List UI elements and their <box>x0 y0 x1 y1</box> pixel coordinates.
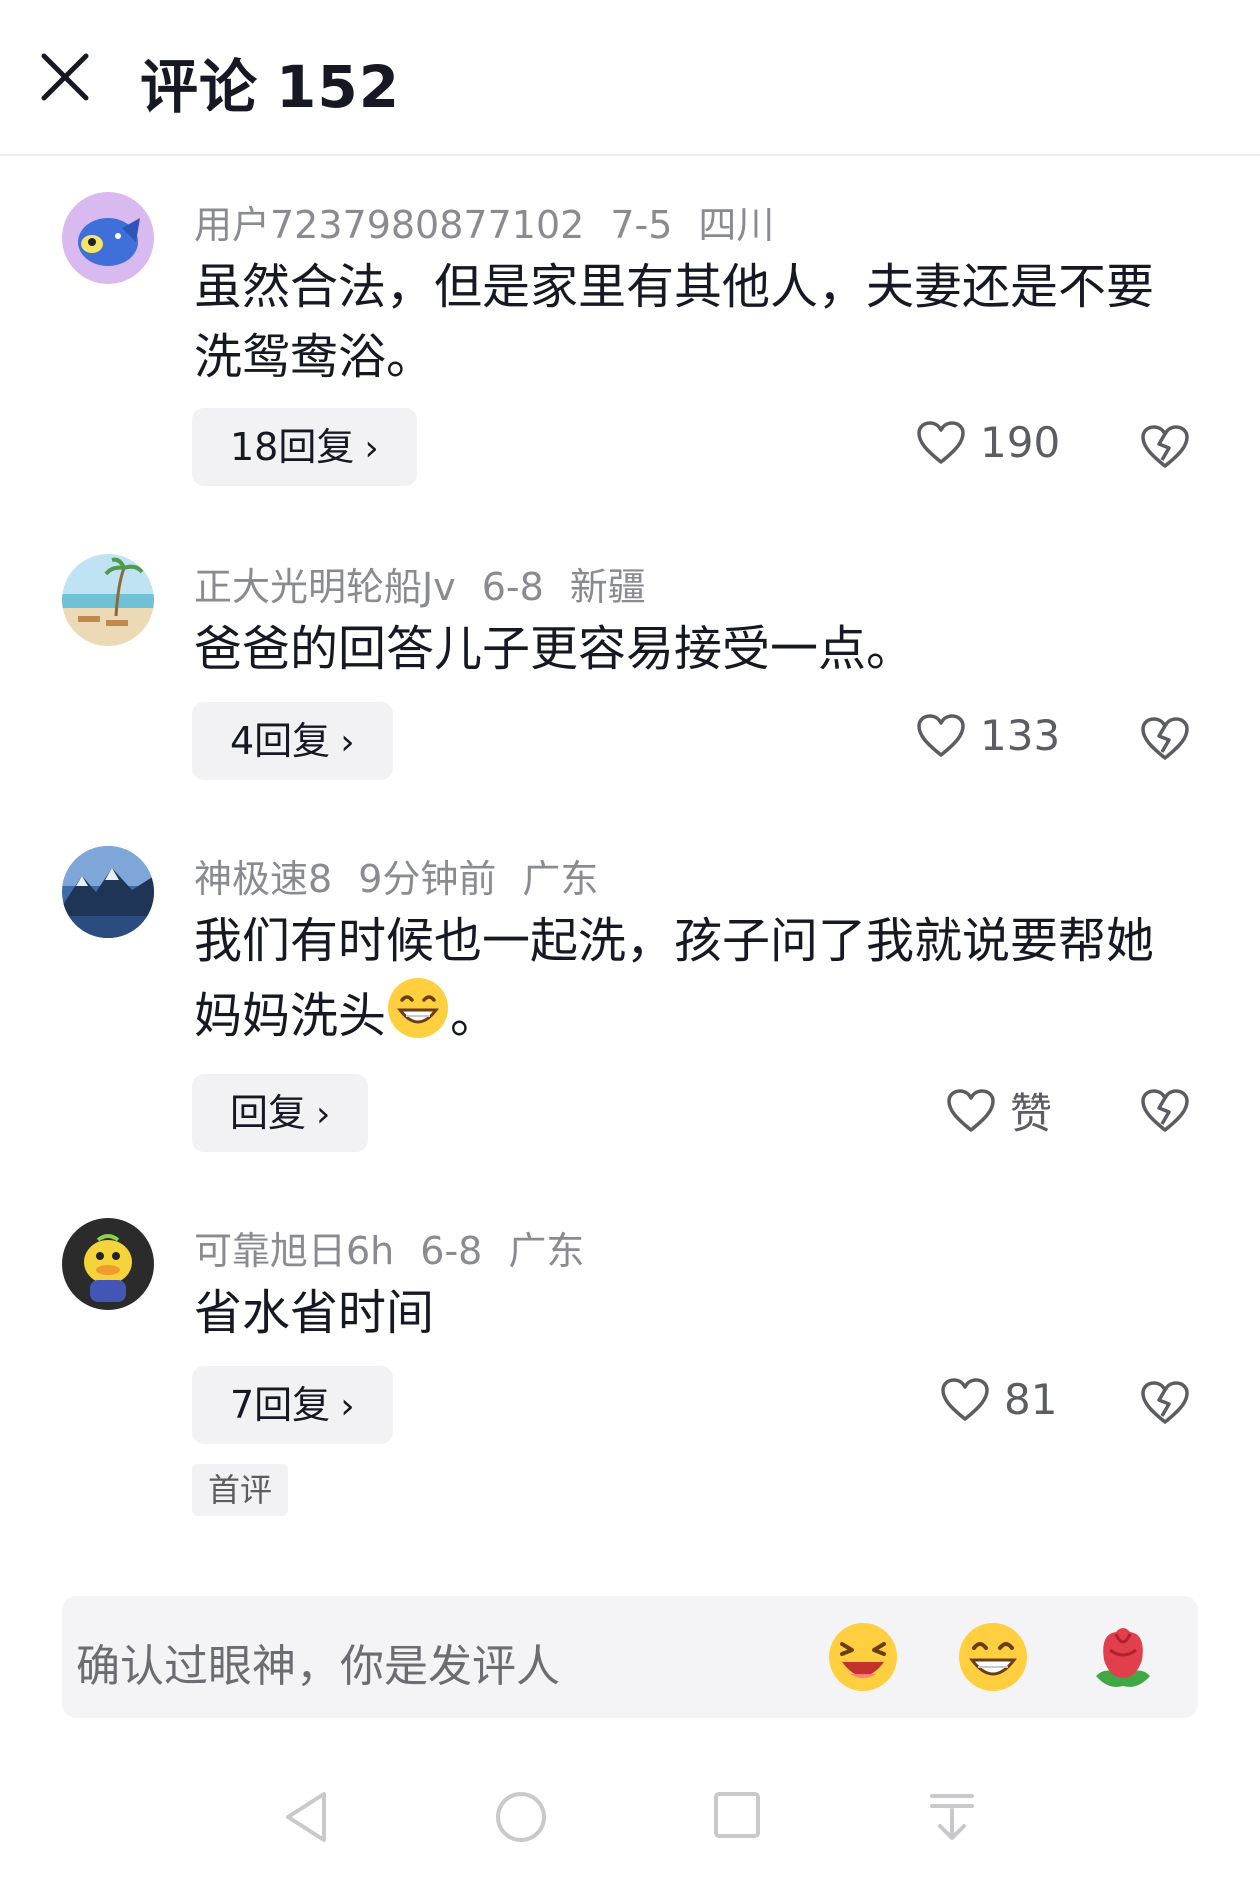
recents-icon[interactable] <box>712 1790 762 1844</box>
chevron-right-icon: › <box>316 1094 331 1135</box>
broken-heart-icon[interactable] <box>1140 1380 1190 1428</box>
heart-icon <box>947 1088 995 1132</box>
avatar[interactable] <box>62 554 154 646</box>
like-button[interactable]: 赞 <box>946 1080 1052 1140</box>
comment-count: 152 <box>276 53 401 121</box>
view-replies-button[interactable]: 回复 › <box>192 1074 369 1152</box>
grinning-emoji-icon <box>386 976 450 1059</box>
username[interactable]: 用户7237980877102 <box>194 203 584 247</box>
like-count: 赞 <box>1010 1089 1053 1138</box>
comment-input-bar[interactable]: 确认过眼神，你是发评人 <box>62 1596 1198 1718</box>
view-replies-button[interactable]: 18回复 › <box>192 408 417 486</box>
comment-location: 广东 <box>508 1229 585 1273</box>
back-icon[interactable] <box>282 1790 330 1848</box>
laughing-emoji-icon[interactable] <box>826 1620 900 1694</box>
comment-date: 9分钟前 <box>358 857 497 901</box>
hide-nav-icon[interactable] <box>928 1790 976 1848</box>
comment-text: 爸爸的回答儿子更容易接受一点。 <box>194 621 915 677</box>
reply-label: 7回复 <box>230 1383 331 1427</box>
avatar[interactable] <box>62 846 154 938</box>
comment-date: 6-8 <box>420 1229 483 1273</box>
comment-text: 省水省时间 <box>194 1285 435 1341</box>
broken-heart-icon[interactable] <box>1140 424 1190 472</box>
avatar[interactable] <box>62 192 154 284</box>
like-count: 81 <box>1004 1375 1058 1424</box>
heart-icon <box>917 713 965 757</box>
chevron-right-icon: › <box>340 722 355 763</box>
heart-icon <box>941 1377 989 1421</box>
comment-location: 新疆 <box>569 565 646 609</box>
reply-label: 回复 <box>230 1091 307 1135</box>
chevron-right-icon: › <box>340 1386 355 1427</box>
reply-label: 18回复 <box>230 425 355 469</box>
view-replies-button[interactable]: 4回复 › <box>192 702 393 780</box>
view-replies-button[interactable]: 7回复 › <box>192 1366 393 1444</box>
comment-text-part: 。 <box>450 988 499 1044</box>
comment-text-part: 我们有时候也一起洗，孩子问了我就说要帮她妈妈洗头 <box>194 913 1155 1044</box>
username[interactable]: 神极速8 <box>194 857 332 901</box>
like-count: 133 <box>980 711 1061 760</box>
comment-text: 虽然合法，但是家里有其他人，夫妻还是不要洗鸳鸯浴。 <box>194 259 1155 385</box>
chevron-right-icon: › <box>364 428 379 469</box>
comment-meta: 神极速8 9分钟前 广东 <box>194 848 624 903</box>
close-icon[interactable] <box>36 48 94 106</box>
system-nav-bar <box>0 1760 1260 1878</box>
comment-meta: 正大光明轮船Jv 6-8 新疆 <box>194 556 672 611</box>
comment-text: 我们有时候也一起洗，孩子问了我就说要帮她妈妈洗头。 <box>194 906 1194 1059</box>
avatar[interactable] <box>62 1218 154 1310</box>
username[interactable]: 正大光明轮船Jv <box>194 565 456 609</box>
comment-meta: 可靠旭日6h 6-8 广东 <box>194 1220 610 1275</box>
rose-emoji-icon[interactable] <box>1086 1620 1160 1694</box>
broken-heart-icon[interactable] <box>1140 1088 1190 1136</box>
title-label: 评论 <box>140 53 259 121</box>
grinning-emoji-icon[interactable] <box>956 1620 1030 1694</box>
like-button[interactable]: 81 <box>940 1372 1057 1432</box>
page-title: 评论 152 <box>140 40 400 124</box>
comment-meta: 用户7237980877102 7-5 四川 <box>194 194 800 249</box>
comment-input[interactable]: 确认过眼神，你是发评人 <box>76 1630 560 1694</box>
like-count: 190 <box>980 418 1061 467</box>
home-icon[interactable] <box>494 1790 548 1848</box>
like-button[interactable]: 133 <box>916 708 1060 768</box>
comment-location: 四川 <box>698 203 775 247</box>
comment-date: 7-5 <box>610 203 673 247</box>
comment-date: 6-8 <box>481 565 544 609</box>
comment-location: 广东 <box>522 857 599 901</box>
reply-label: 4回复 <box>230 719 331 763</box>
like-button[interactable]: 190 <box>916 415 1060 475</box>
broken-heart-icon[interactable] <box>1140 716 1190 764</box>
first-comment-badge: 首评 <box>192 1464 289 1516</box>
heart-icon <box>917 420 965 464</box>
username[interactable]: 可靠旭日6h <box>194 1229 394 1273</box>
comments-header: 评论 152 <box>0 0 1260 156</box>
